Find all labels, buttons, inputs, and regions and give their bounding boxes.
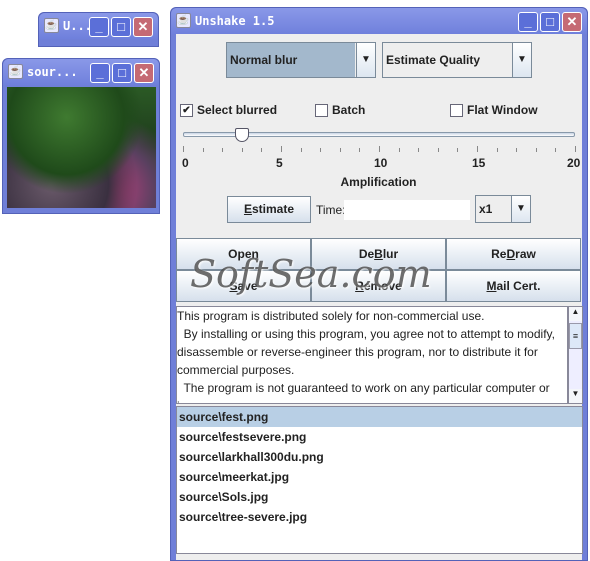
scroll-thumb[interactable]: ≡: [569, 323, 582, 349]
license-line: image.: [177, 397, 567, 403]
slider-tick: [496, 148, 498, 152]
mini-window[interactable]: ☕ U... _ □ ✕: [38, 12, 159, 47]
slider-tick-label: 5: [276, 156, 283, 170]
slider-tick-label: 0: [182, 156, 189, 170]
file-list-item[interactable]: source\fest.png: [177, 407, 582, 427]
close-button[interactable]: ✕: [134, 63, 154, 83]
slider-tick: [202, 148, 204, 152]
slider-tick: [300, 148, 302, 152]
minimize-button[interactable]: _: [90, 63, 110, 83]
deblur-button[interactable]: DeBlur: [311, 238, 446, 270]
license-line: disassemble or reverse-engineer this pro…: [177, 345, 538, 359]
time-field[interactable]: [344, 200, 470, 220]
estimate-button[interactable]: Estimate: [227, 196, 311, 223]
close-button[interactable]: ✕: [562, 12, 582, 32]
blur-type-select[interactable]: Normal blur ▼: [226, 42, 376, 78]
slider-tick: [516, 148, 518, 152]
minimize-button[interactable]: _: [518, 12, 538, 32]
select-blurred-label: Select blurred: [197, 103, 278, 117]
batch-checkbox[interactable]: Batch: [315, 103, 365, 117]
slider-thumb[interactable]: [234, 128, 249, 142]
slider-tick: [183, 146, 184, 152]
time-label: Time:: [316, 203, 346, 217]
slider-tick: [535, 148, 537, 152]
mode-value: Estimate Quality: [386, 53, 481, 67]
license-line: commercial purposes.: [177, 363, 295, 377]
java-icon: ☕: [8, 64, 23, 79]
redraw-button[interactable]: ReDraw: [446, 238, 581, 270]
slider-tick-label: 10: [374, 156, 388, 170]
mail-cert-button[interactable]: Mail Cert.: [446, 270, 581, 302]
blur-type-value: Normal blur: [227, 43, 355, 77]
scroll-up-icon[interactable]: ▲: [569, 307, 582, 321]
minimize-button[interactable]: _: [89, 17, 109, 37]
slider-tick: [398, 148, 400, 152]
slider-tick-label: 20: [567, 156, 581, 170]
remove-button[interactable]: Remove: [311, 270, 446, 302]
slider-tick: [379, 146, 380, 152]
license-textarea[interactable]: This program is distributed solely for n…: [176, 306, 568, 404]
slider-tick: [241, 148, 243, 152]
license-line: The program is not guaranteed to work on…: [177, 381, 550, 395]
scale-select[interactable]: x1 ▼: [475, 195, 531, 223]
maximize-button[interactable]: □: [112, 63, 132, 83]
window-title: sour...: [27, 65, 78, 79]
title-bar[interactable]: ☕ sour... _ □ ✕: [3, 59, 159, 85]
mode-select[interactable]: Estimate Quality ▼: [382, 42, 532, 78]
file-list[interactable]: source\fest.png source\festsevere.png sour…: [176, 406, 583, 554]
amplification-label: Amplification: [340, 175, 417, 189]
main-window[interactable]: ☕ Unshake 1.5 _ □ ✕ Normal blur ▼ Estima…: [170, 7, 588, 561]
maximize-button[interactable]: □: [540, 12, 560, 32]
file-list-item[interactable]: source\larkhall300du.png: [177, 447, 582, 467]
open-button[interactable]: Open: [176, 238, 311, 270]
file-list-item[interactable]: source\festsevere.png: [177, 427, 582, 447]
select-blurred-checkbox[interactable]: ✔ Select blurred: [180, 103, 277, 117]
slider-tick: [477, 146, 478, 152]
license-line: This program is distributed solely for n…: [177, 309, 485, 323]
main-content: Normal blur ▼ Estimate Quality ▼ ✔ Select…: [176, 34, 583, 560]
slider-tick: [418, 148, 420, 152]
file-list-item[interactable]: source\Sols.jpg: [177, 487, 582, 507]
flat-window-checkbox[interactable]: Flat Window: [450, 103, 538, 117]
title-bar[interactable]: ☕ U... _ □ ✕: [39, 13, 158, 39]
scale-value: x1: [479, 202, 493, 216]
slider-tick: [261, 148, 263, 152]
chevron-down-icon[interactable]: ▼: [512, 43, 531, 77]
title-bar[interactable]: ☕ Unshake 1.5 _ □ ✕: [171, 8, 587, 34]
slider-tick: [281, 146, 282, 152]
java-icon: ☕: [44, 18, 59, 33]
batch-label: Batch: [332, 103, 366, 117]
source-window[interactable]: ☕ sour... _ □ ✕: [2, 58, 160, 214]
slider-tick: [222, 148, 224, 152]
slider-tick: [575, 146, 576, 152]
slider-tick: [320, 148, 322, 152]
scroll-down-icon[interactable]: ▼: [569, 389, 582, 403]
scrollbar[interactable]: ▲ ≡ ▼: [568, 306, 583, 404]
file-list-item[interactable]: source\tree-severe.jpg: [177, 507, 582, 527]
window-title: U...: [63, 19, 92, 33]
slider-tick: [339, 148, 341, 152]
java-icon: ☕: [176, 13, 191, 28]
license-line: By installing or using this program, you…: [177, 327, 555, 341]
source-image: [7, 87, 156, 208]
flat-window-label: Flat Window: [467, 103, 538, 117]
slider-tick: [555, 148, 557, 152]
chevron-down-icon[interactable]: ▼: [356, 43, 375, 77]
slider-tick: [437, 148, 439, 152]
file-list-item[interactable]: source\meerkat.jpg: [177, 467, 582, 487]
save-button[interactable]: Save: [176, 270, 311, 302]
slider-tick: [457, 148, 459, 152]
window-title: Unshake 1.5: [195, 14, 275, 28]
chevron-down-icon[interactable]: ▼: [511, 196, 530, 222]
slider-tick-label: 15: [472, 156, 486, 170]
maximize-button[interactable]: □: [111, 17, 131, 37]
close-button[interactable]: ✕: [133, 17, 153, 37]
slider-tick: [359, 148, 361, 152]
check-icon: ✔: [180, 103, 193, 117]
